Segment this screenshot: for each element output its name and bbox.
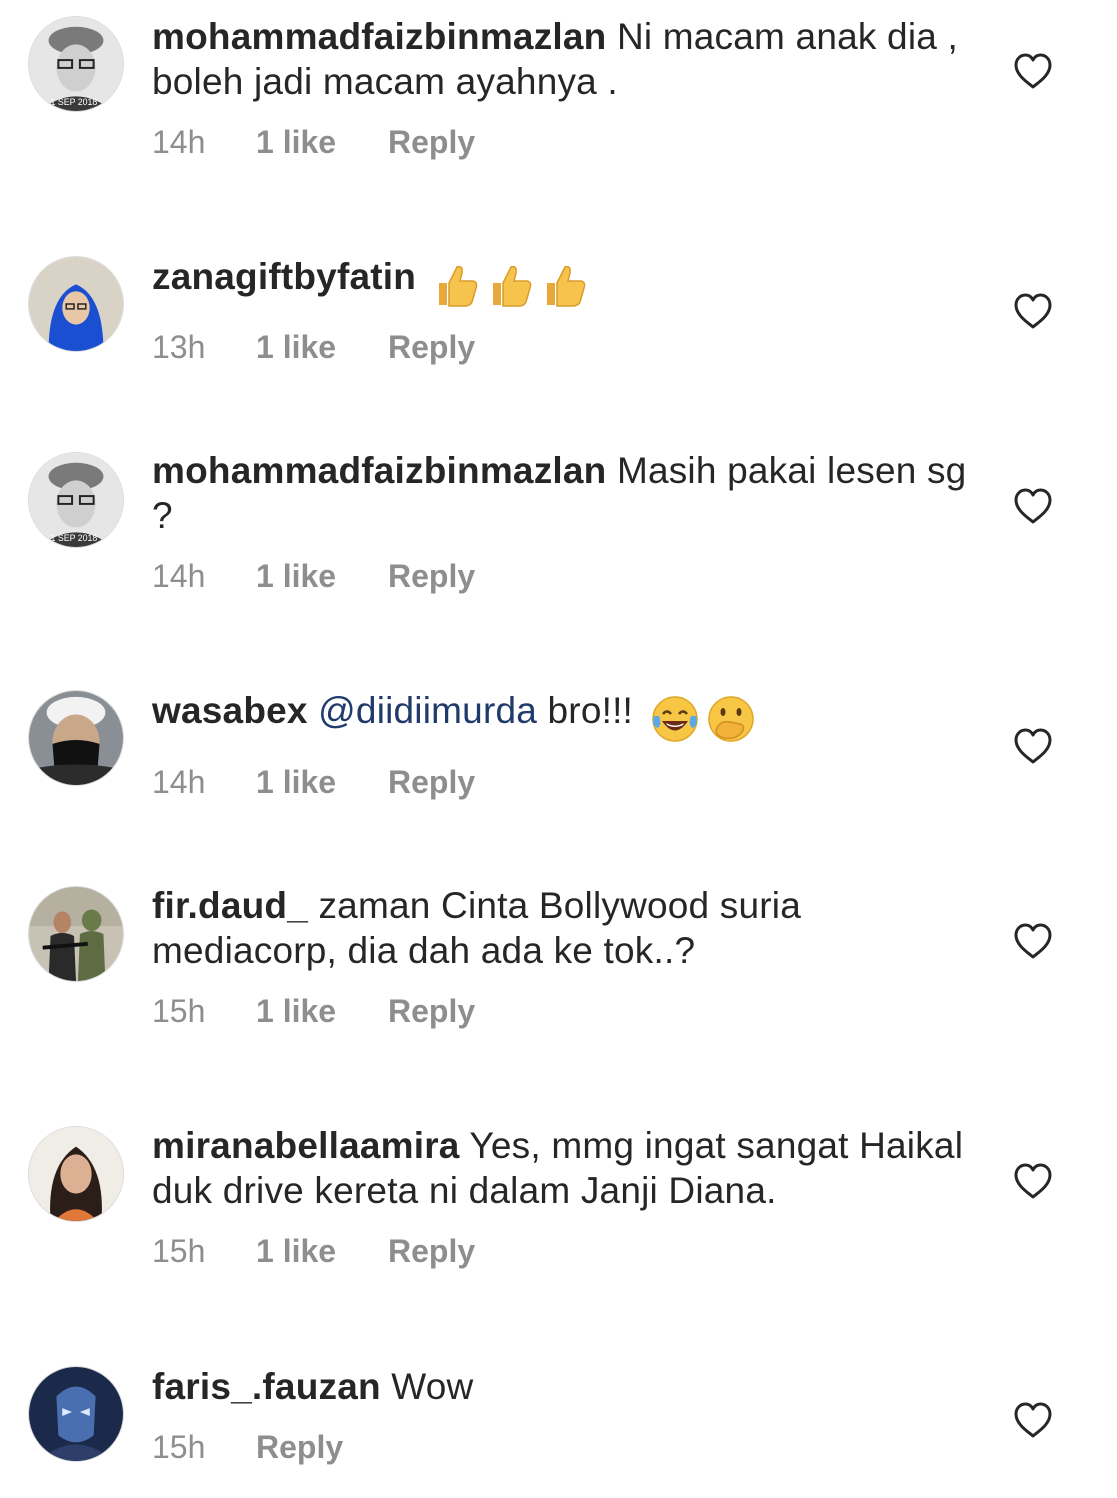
comment-text: mohammadfaizbinmazlan Ni macam anak dia … <box>152 14 972 104</box>
reply-button[interactable]: Reply <box>388 991 475 1031</box>
thumbs-up-icon <box>546 266 585 307</box>
comment-meta: 14h 1 like Reply <box>152 762 972 802</box>
mention-link[interactable]: @diidiimurda <box>318 690 537 731</box>
reply-button[interactable]: Reply <box>388 122 475 162</box>
comment-text: mohammadfaizbinmazlan Masih pakai lesen … <box>152 448 972 538</box>
comment-text: zanagiftbyfatin <box>152 254 972 309</box>
comment-username[interactable]: mohammadfaizbinmazlan <box>152 450 606 491</box>
avatar[interactable] <box>28 1366 124 1462</box>
comment-time: 14h <box>152 558 206 594</box>
heart-outline-icon[interactable] <box>1013 727 1053 765</box>
comment-text: wasabex @diidiimurda bro!!! <box>152 688 972 744</box>
heart-outline-icon[interactable] <box>1013 52 1053 90</box>
comment-time: 13h <box>152 329 206 366</box>
reply-button[interactable]: Reply <box>388 762 475 802</box>
comment-message: bro!!! <box>547 690 634 731</box>
avatar[interactable]: 1 SEP 2018 <box>28 452 124 548</box>
thumbs-up-icon <box>492 266 531 307</box>
avatar-caption: 1 SEP 2018 <box>51 533 98 543</box>
comment-username[interactable]: mohammadfaizbinmazlan <box>152 16 606 57</box>
comment-username[interactable]: zanagiftbyfatin <box>152 256 416 297</box>
comment-time: 15h <box>152 1429 206 1465</box>
emoji-group <box>433 260 595 309</box>
comment-username[interactable]: faris_.fauzan <box>152 1366 381 1407</box>
comment-time: 14h <box>152 124 206 160</box>
comment-time: 15h <box>152 1233 206 1269</box>
avatar[interactable] <box>28 1126 124 1222</box>
comment-meta: 13h 1 like Reply <box>152 327 972 367</box>
avatar-caption: 1 SEP 2018 <box>51 97 98 107</box>
comment-time: 14h <box>152 764 206 801</box>
face-with-hand-over-mouth-icon <box>707 696 754 742</box>
likes-count[interactable]: 1 like <box>256 1231 388 1271</box>
comment-meta: 14h 1 like Reply <box>152 122 972 162</box>
heart-outline-icon[interactable] <box>1013 922 1053 960</box>
likes-count[interactable]: 1 like <box>256 991 388 1031</box>
comment-text: fir.daud_ zaman Cinta Bollywood suria me… <box>152 883 972 973</box>
reply-button[interactable]: Reply <box>256 1427 343 1467</box>
comment-username[interactable]: wasabex <box>152 690 308 731</box>
emoji-group <box>650 694 762 744</box>
avatar[interactable] <box>28 886 124 982</box>
likes-count[interactable]: 1 like <box>256 122 388 162</box>
comment-text: faris_.fauzan Wow <box>152 1364 972 1409</box>
avatar[interactable] <box>28 256 124 352</box>
comment-message: Wow <box>391 1366 474 1407</box>
thumbs-up-icon <box>438 266 477 307</box>
comment-time: 15h <box>152 993 206 1029</box>
reply-button[interactable]: Reply <box>388 327 475 367</box>
heart-outline-icon[interactable] <box>1013 1162 1053 1200</box>
comment-username[interactable]: fir.daud_ <box>152 885 308 926</box>
heart-outline-icon[interactable] <box>1013 1401 1053 1439</box>
avatar[interactable] <box>28 690 124 786</box>
heart-outline-icon[interactable] <box>1013 487 1053 525</box>
avatar[interactable]: 1 SEP 2018 <box>28 16 124 112</box>
likes-count[interactable]: 1 like <box>256 327 388 367</box>
likes-count[interactable]: 1 like <box>256 762 388 802</box>
comment-meta: 15h Reply <box>152 1427 972 1467</box>
comment-text: miranabellaamira Yes, mmg ingat sangat H… <box>152 1123 972 1213</box>
comment-meta: 15h 1 like Reply <box>152 1231 972 1271</box>
comment-meta: 14h 1 like Reply <box>152 556 972 596</box>
reply-button[interactable]: Reply <box>388 556 475 596</box>
reply-button[interactable]: Reply <box>388 1231 475 1271</box>
comment-meta: 15h 1 like Reply <box>152 991 972 1031</box>
tears-of-joy-icon <box>651 696 698 742</box>
heart-outline-icon[interactable] <box>1013 292 1053 330</box>
comment-username[interactable]: miranabellaamira <box>152 1125 460 1166</box>
likes-count[interactable]: 1 like <box>256 556 388 596</box>
